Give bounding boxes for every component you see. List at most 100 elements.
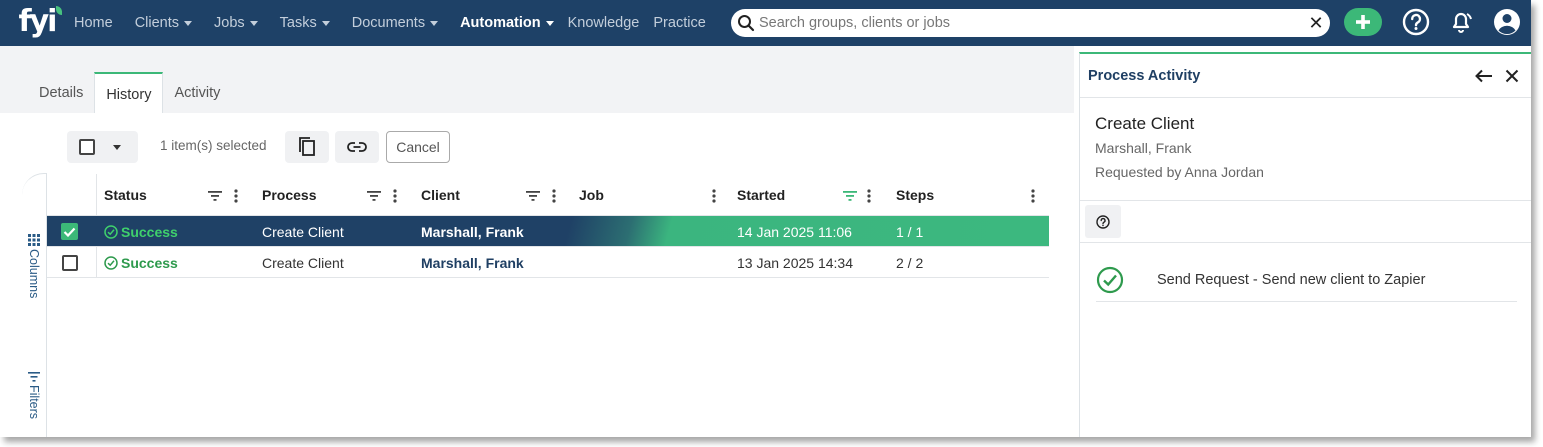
help-icon	[1096, 214, 1110, 229]
chevron-down-icon	[321, 20, 330, 26]
bell-icon	[1452, 12, 1472, 33]
process-cell: Create Client	[262, 223, 344, 240]
filter-active-icon[interactable]	[843, 191, 857, 201]
status-badge: Success	[104, 216, 178, 247]
chevron-down-icon	[430, 20, 439, 26]
history-table: Status Process Client Job Started Steps …	[47, 174, 1049, 278]
copy-icon	[299, 137, 315, 156]
chevron-down-icon	[545, 20, 554, 26]
plus-icon	[1356, 15, 1370, 29]
col-process[interactable]: Process	[262, 174, 316, 216]
nav-jobs[interactable]: Jobs	[214, 15, 258, 31]
tab-details[interactable]: Details	[28, 72, 94, 113]
tab-bar: Details History Activity	[28, 72, 231, 113]
nav-automation[interactable]: Automation	[460, 15, 554, 31]
filter-icon[interactable]	[526, 191, 540, 201]
col-job[interactable]: Job	[579, 174, 604, 216]
help-button[interactable]	[1085, 205, 1121, 238]
column-menu-icon[interactable]	[234, 189, 238, 203]
row-select-checkbox[interactable]	[62, 254, 78, 271]
column-menu-icon[interactable]	[552, 189, 556, 203]
col-steps[interactable]: Steps	[896, 174, 934, 216]
logo-leaf-icon	[56, 6, 62, 15]
user-icon	[1494, 9, 1520, 35]
column-menu-icon[interactable]	[1031, 189, 1035, 203]
checked-checkbox[interactable]	[61, 223, 78, 240]
back-button[interactable]	[1472, 64, 1496, 88]
columns-toggle[interactable]: Columns	[24, 234, 44, 298]
table-row[interactable]: Success Create Client Marshall, Frank 13…	[47, 247, 1049, 278]
process-name: Create Client	[1095, 114, 1195, 133]
columns-icon	[28, 234, 40, 246]
notifications-button[interactable]	[1446, 7, 1476, 37]
search-input[interactable]: Search groups, clients or jobs	[759, 15, 1302, 31]
tab-activity[interactable]: Activity	[163, 72, 231, 113]
table-row[interactable]: Success Create Client Marshall, Frank 14…	[47, 216, 1049, 247]
success-check-icon	[1096, 266, 1124, 294]
filter-icon	[28, 372, 40, 382]
help-button[interactable]	[1401, 7, 1431, 37]
nav-knowledge[interactable]: Knowledge	[568, 15, 640, 31]
requested-by: Requested by Anna Jordan	[1095, 164, 1264, 180]
table-header: Status Process Client Job Started Steps	[47, 174, 1049, 216]
search-icon	[738, 15, 755, 32]
copy-button[interactable]	[285, 131, 329, 163]
process-client: Marshall, Frank	[1095, 140, 1192, 156]
chevron-down-icon	[249, 20, 258, 26]
nav-home[interactable]: Home	[74, 15, 113, 31]
panel-title: Process Activity	[1088, 67, 1201, 84]
top-nav: fyi Home Clients Jobs Tasks Documents Au…	[0, 0, 1531, 46]
row-checkbox[interactable]	[62, 247, 78, 278]
clear-icon[interactable]: ✕	[1302, 13, 1330, 34]
activity-step: Send Request - Send new client to Zapier	[1096, 259, 1517, 302]
status-badge: Success	[104, 247, 178, 278]
process-activity-panel: Process Activity Create Client Marshall,…	[1079, 52, 1531, 437]
check-icon	[63, 227, 76, 237]
divider	[1080, 200, 1531, 201]
copy-link-button[interactable]	[335, 131, 379, 163]
column-menu-icon[interactable]	[712, 189, 716, 203]
filter-icon[interactable]	[208, 191, 222, 201]
column-menu-icon[interactable]	[393, 189, 397, 203]
nav-documents[interactable]: Documents	[352, 15, 439, 31]
filters-label: Filters	[27, 385, 41, 420]
nav-clients[interactable]: Clients	[135, 15, 193, 31]
row-checkbox[interactable]	[61, 216, 78, 247]
col-status[interactable]: Status	[104, 174, 147, 216]
success-check-icon	[104, 224, 118, 239]
process-cell: Create Client	[262, 254, 344, 271]
global-search[interactable]: Search groups, clients or jobs ✕	[731, 9, 1330, 37]
filter-icon[interactable]	[367, 191, 381, 201]
col-client[interactable]: Client	[421, 174, 460, 216]
steps-cell: 2 / 2	[896, 254, 924, 271]
close-button[interactable]	[1500, 64, 1524, 88]
divider	[1080, 242, 1531, 243]
account-button[interactable]	[1492, 7, 1522, 37]
tab-history[interactable]: History	[94, 72, 164, 113]
step-label: Send Request - Send new client to Zapier	[1157, 272, 1426, 288]
bulk-select-dropdown[interactable]	[67, 131, 138, 163]
chevron-down-icon[interactable]	[113, 144, 121, 150]
started-cell: 13 Jan 2025 14:34	[737, 254, 853, 271]
arrow-left-icon	[1475, 69, 1492, 83]
success-check-icon	[104, 255, 118, 270]
client-link[interactable]: Marshall, Frank	[421, 216, 524, 247]
fyi-logo[interactable]: fyi	[0, 0, 74, 46]
column-menu-icon[interactable]	[867, 189, 871, 203]
cancel-button[interactable]: Cancel	[386, 131, 450, 163]
steps-cell: 1 / 1	[896, 223, 924, 240]
nav-practice[interactable]: Practice	[653, 15, 705, 31]
help-icon	[1402, 8, 1430, 36]
app-window: fyi Home Clients Jobs Tasks Documents Au…	[0, 0, 1531, 437]
logo-text: fyi	[18, 3, 58, 39]
link-icon	[347, 142, 367, 152]
select-all-checkbox[interactable]	[79, 139, 95, 155]
add-button[interactable]	[1344, 8, 1382, 36]
chevron-down-icon	[184, 20, 193, 26]
filters-toggle[interactable]: Filters	[24, 372, 44, 419]
client-link[interactable]: Marshall, Frank	[421, 247, 524, 278]
selected-count: 1 item(s) selected	[160, 138, 267, 153]
started-cell: 14 Jan 2025 11:06	[737, 223, 852, 240]
nav-tasks[interactable]: Tasks	[280, 15, 330, 31]
col-started[interactable]: Started	[737, 174, 785, 216]
